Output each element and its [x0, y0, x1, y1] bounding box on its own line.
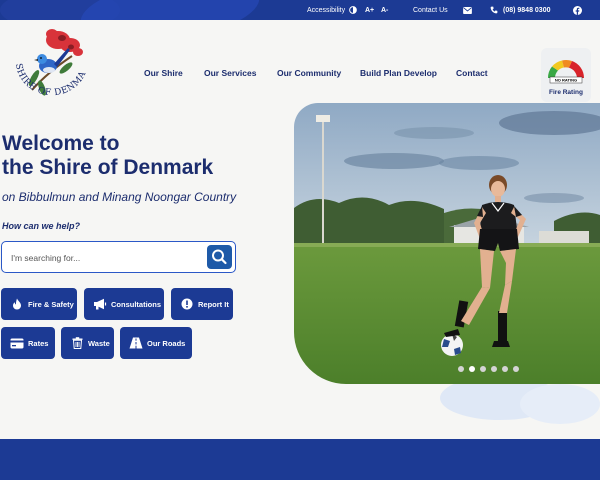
contrast-icon: [349, 6, 357, 14]
nav-our-community[interactable]: Our Community: [277, 68, 341, 78]
font-increase-button[interactable]: A+: [365, 0, 374, 20]
carousel-dot-2[interactable]: [469, 366, 475, 372]
football-player-photo: [294, 103, 600, 384]
trash-icon: [72, 337, 82, 349]
contact-us-label: Contact Us: [413, 6, 448, 14]
help-heading: How can we help?: [2, 221, 81, 231]
our-roads-label: Our Roads: [147, 338, 186, 348]
contrast-toggle[interactable]: [349, 0, 357, 20]
nav-our-services[interactable]: Our Services: [204, 68, 256, 78]
credit-card-icon: [10, 338, 24, 348]
consultations-label: Consultations: [111, 299, 161, 309]
search-placeholder: I'm searching for...: [11, 253, 81, 263]
font-decrease-label: A-: [381, 6, 389, 14]
fire-safety-button[interactable]: Fire & Safety: [1, 288, 77, 320]
site-header: SHIRE OF DENMARK Our Shire Our Services …: [0, 19, 600, 102]
fire-gauge-label: NO RATING: [555, 78, 577, 83]
phone-label: (08) 9848 0300: [503, 6, 551, 14]
font-decrease-button[interactable]: A-: [381, 0, 388, 20]
carousel-dot-4[interactable]: [491, 366, 497, 372]
carousel-dots: [458, 366, 519, 372]
carousel-dot-1[interactable]: [458, 366, 464, 372]
search-button[interactable]: [207, 245, 232, 269]
title-line-2: the Shire of Denmark: [2, 156, 214, 179]
waste-label: Waste: [88, 338, 110, 348]
report-it-button[interactable]: Report It: [171, 288, 233, 320]
search-input[interactable]: I'm searching for...: [1, 241, 236, 273]
fire-safety-label: Fire & Safety: [28, 299, 74, 309]
email-link[interactable]: [463, 0, 472, 20]
facebook-link[interactable]: [573, 0, 582, 20]
fire-rating-gauge-icon: NO RATING: [547, 60, 584, 84]
carousel-dot-3[interactable]: [480, 366, 486, 372]
alert-icon: [181, 298, 193, 310]
fairy-wren-logo-icon: SHIRE OF DENMARK: [4, 19, 88, 98]
facebook-icon: [573, 5, 582, 15]
contact-us-link[interactable]: Contact Us: [413, 0, 448, 20]
search-icon: [212, 249, 227, 265]
footer-band: [0, 439, 600, 480]
megaphone-icon: [94, 298, 107, 310]
hero-image: [294, 103, 600, 384]
nav-our-shire[interactable]: Our Shire: [144, 68, 183, 78]
nav-contact[interactable]: Contact: [456, 68, 488, 78]
envelope-icon: [463, 6, 472, 14]
waste-button[interactable]: Waste: [61, 327, 114, 359]
carousel-dot-5[interactable]: [502, 366, 508, 372]
accessibility-link[interactable]: Accessibility: [307, 0, 345, 20]
accessibility-label: Accessibility: [307, 6, 346, 14]
fire-rating-widget[interactable]: NO RATING Fire Rating: [541, 48, 591, 102]
decorative-swoosh: [76, 0, 264, 20]
report-it-label: Report It: [198, 299, 229, 309]
utility-bar: Accessibility A+ A- Contact Us (08) 9848…: [0, 0, 600, 20]
rates-button[interactable]: Rates: [1, 327, 55, 359]
nav-build-plan-develop[interactable]: Build Plan Develop: [360, 68, 437, 78]
flame-icon: [13, 298, 21, 310]
road-icon: [129, 337, 143, 349]
phone-icon: [490, 6, 498, 14]
carousel-dot-6[interactable]: [513, 366, 519, 372]
font-increase-label: A+: [365, 6, 375, 14]
decorative-cloud: [440, 376, 600, 424]
fire-rating-label: Fire Rating: [549, 89, 583, 96]
phone-link[interactable]: (08) 9848 0300: [490, 0, 550, 20]
country-subtitle: on Bibbulmun and Minang Noongar Country: [2, 190, 237, 204]
shire-logo[interactable]: SHIRE OF DENMARK: [4, 19, 94, 110]
consultations-button[interactable]: Consultations: [84, 288, 164, 320]
rates-label: Rates: [28, 338, 49, 348]
title-line-1: Welcome to: [2, 132, 120, 155]
page-title: Welcome to the Shire of Denmark: [2, 132, 213, 180]
our-roads-button[interactable]: Our Roads: [120, 327, 192, 359]
